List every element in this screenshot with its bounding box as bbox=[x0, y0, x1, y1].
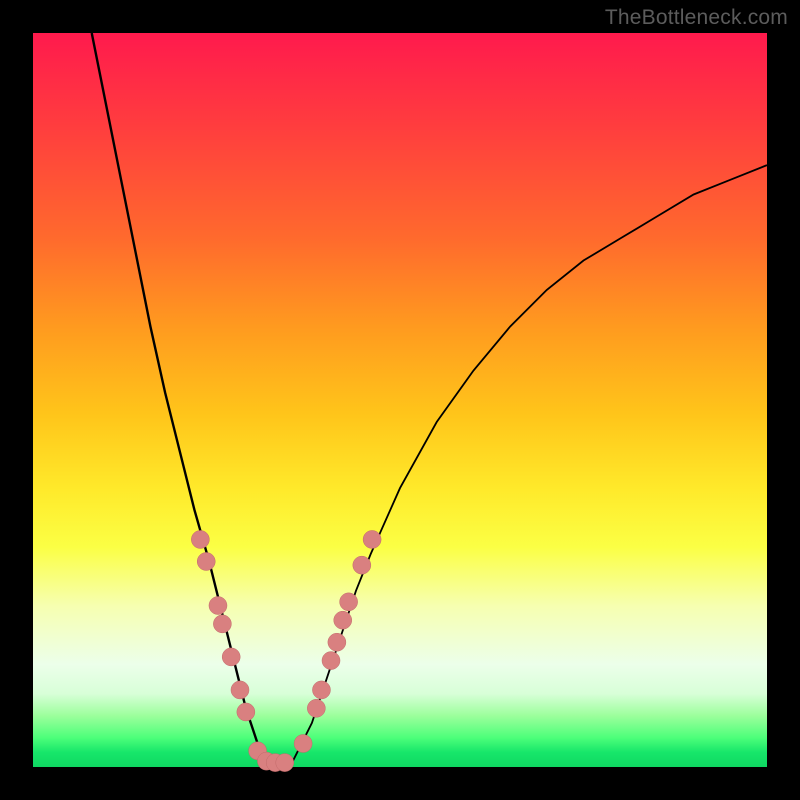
chart-frame: TheBottleneck.com bbox=[0, 0, 800, 800]
data-marker bbox=[294, 735, 312, 753]
chart-plot-area bbox=[33, 33, 767, 767]
data-marker bbox=[353, 556, 371, 574]
data-marker bbox=[231, 681, 249, 699]
marker-group bbox=[191, 530, 381, 771]
data-marker bbox=[237, 703, 255, 721]
data-marker bbox=[363, 530, 381, 548]
data-marker bbox=[307, 699, 325, 717]
chart-svg bbox=[33, 33, 767, 767]
data-marker bbox=[197, 552, 215, 570]
curve-right bbox=[290, 165, 767, 767]
data-marker bbox=[334, 611, 352, 629]
data-marker bbox=[322, 652, 340, 670]
data-marker bbox=[213, 615, 231, 633]
curve-left bbox=[92, 33, 268, 767]
data-marker bbox=[222, 648, 240, 666]
data-marker bbox=[191, 530, 209, 548]
data-marker bbox=[209, 597, 227, 615]
data-marker bbox=[276, 754, 294, 772]
data-marker bbox=[340, 593, 358, 611]
data-marker bbox=[328, 633, 346, 651]
watermark-text: TheBottleneck.com bbox=[605, 6, 788, 30]
data-marker bbox=[312, 681, 330, 699]
